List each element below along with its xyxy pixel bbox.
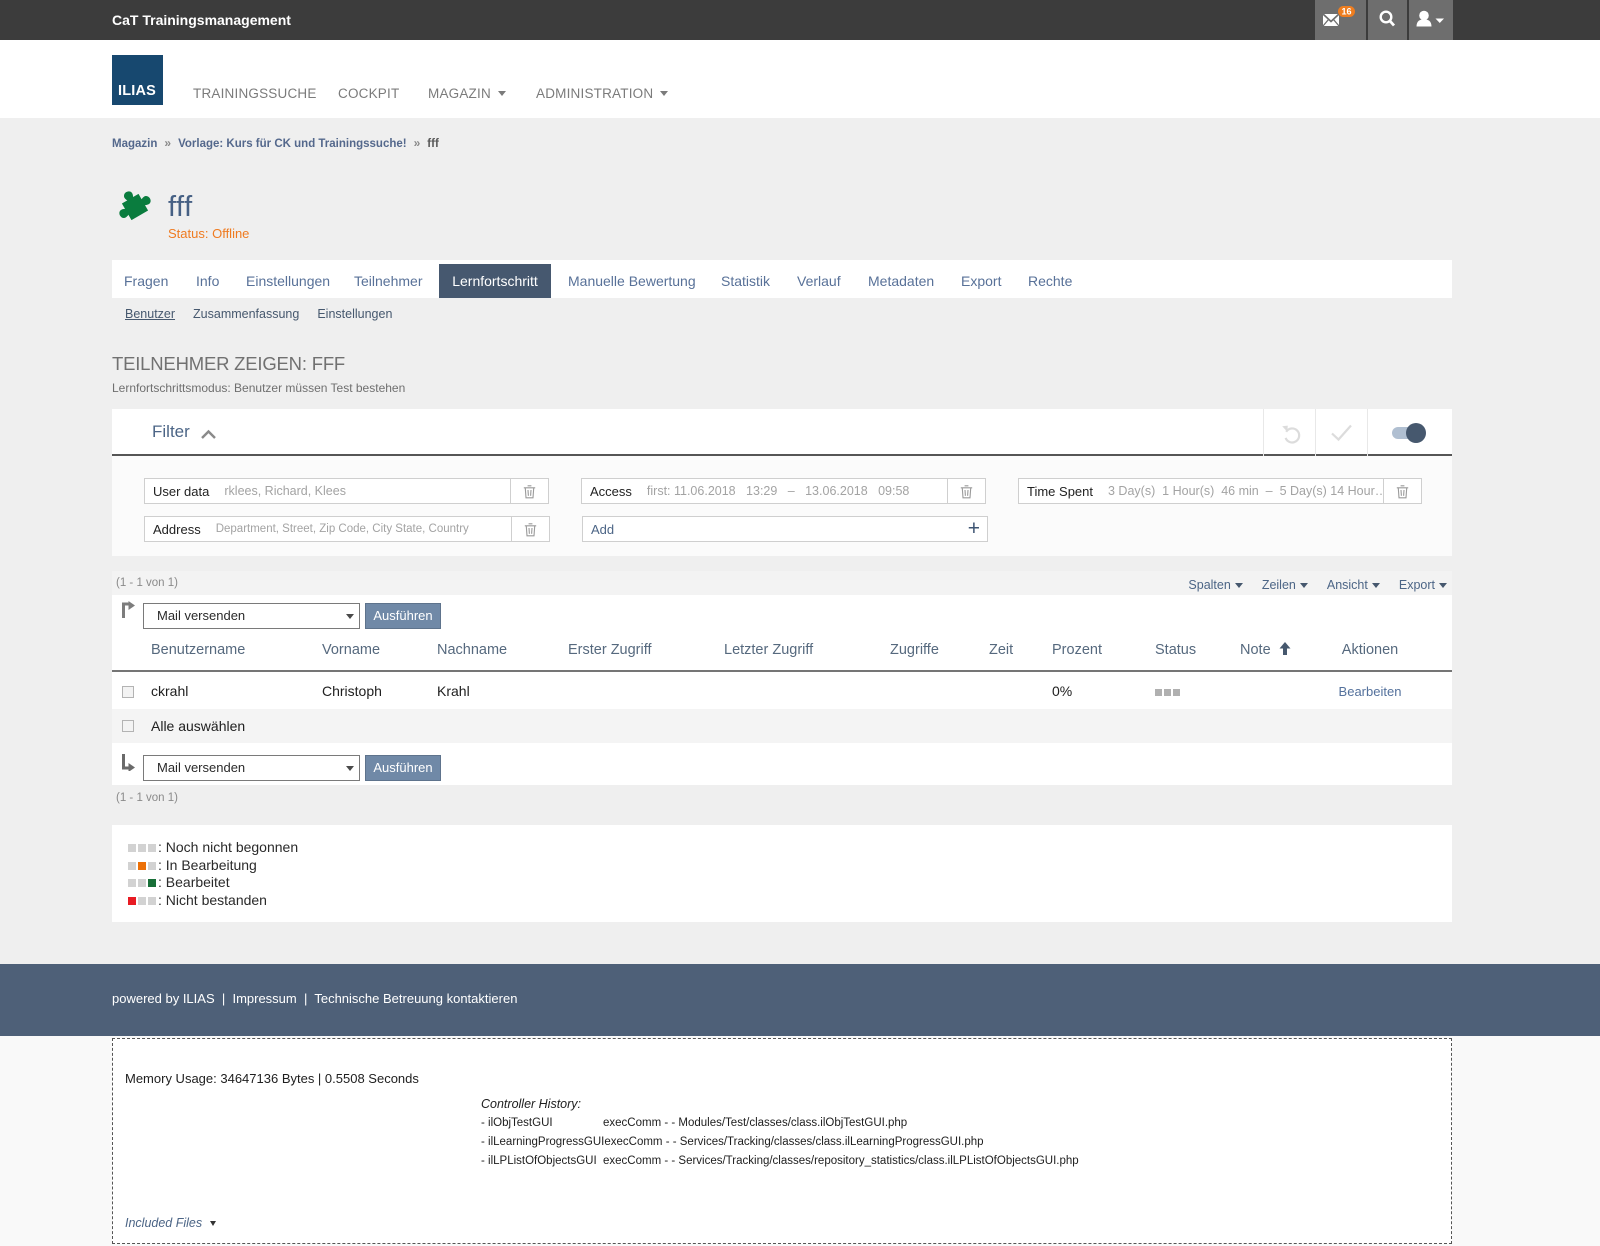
svg-text:16: 16 [1341, 7, 1351, 17]
